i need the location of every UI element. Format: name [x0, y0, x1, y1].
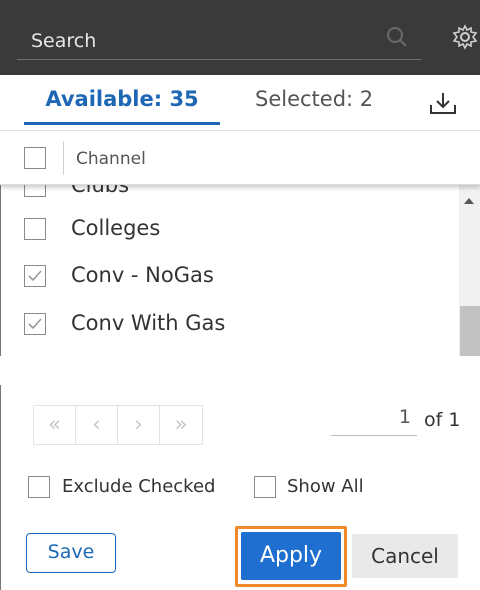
tab-available[interactable]: Available: 35 — [24, 87, 220, 127]
row-label: Conv With Gas — [71, 311, 226, 335]
search-placeholder: Search — [31, 30, 97, 52]
next-page-button[interactable]: › — [118, 406, 160, 444]
tab-selected[interactable]: Selected: 2 — [255, 87, 373, 111]
prev-page-button[interactable]: ‹ — [76, 406, 118, 444]
list-item[interactable]: Conv - NoGas — [0, 252, 455, 300]
check-icon — [28, 270, 42, 282]
search-icon[interactable] — [386, 26, 408, 48]
search-input[interactable]: Search — [17, 24, 422, 60]
row-checkbox[interactable] — [24, 313, 46, 335]
cancel-button[interactable]: Cancel — [352, 534, 458, 578]
row-checkbox[interactable] — [24, 265, 46, 287]
last-page-button[interactable]: » — [160, 406, 202, 444]
list-item[interactable]: Conv With Gas — [0, 300, 455, 348]
pager: « ‹ › » — [33, 405, 203, 445]
list-item[interactable]: Colleges — [0, 205, 455, 253]
gear-icon[interactable] — [452, 24, 478, 50]
search-bar: Search — [0, 0, 480, 75]
page-number-input[interactable]: 1 — [331, 406, 417, 436]
row-label: Colleges — [71, 216, 161, 240]
column-header: Channel — [0, 130, 480, 185]
show-all-checkbox[interactable] — [254, 476, 276, 498]
save-button[interactable]: Save — [26, 533, 116, 573]
tab-bar: Available: 35 Selected: 2 — [0, 75, 480, 130]
page-count: of 1 — [424, 409, 461, 431]
download-icon[interactable] — [428, 90, 458, 116]
scrollbar-thumb[interactable] — [460, 306, 480, 356]
exclude-checked-label: Exclude Checked — [62, 476, 216, 497]
row-label: Conv - NoGas — [71, 263, 214, 287]
active-tab-underline — [24, 122, 220, 125]
header-divider — [63, 141, 64, 175]
panel-border — [0, 385, 1, 590]
show-all-label: Show All — [287, 476, 364, 497]
select-all-checkbox[interactable] — [24, 147, 46, 169]
row-checkbox[interactable] — [24, 218, 46, 240]
scroll-up-icon[interactable] — [464, 198, 474, 204]
exclude-checked-checkbox[interactable] — [28, 476, 50, 498]
channel-list: Clubs Colleges Conv - NoGas Conv With Ga… — [0, 176, 480, 356]
column-header-label: Channel — [76, 149, 146, 169]
first-page-button[interactable]: « — [34, 406, 76, 444]
check-icon — [28, 318, 42, 330]
apply-button[interactable]: Apply — [241, 532, 341, 580]
